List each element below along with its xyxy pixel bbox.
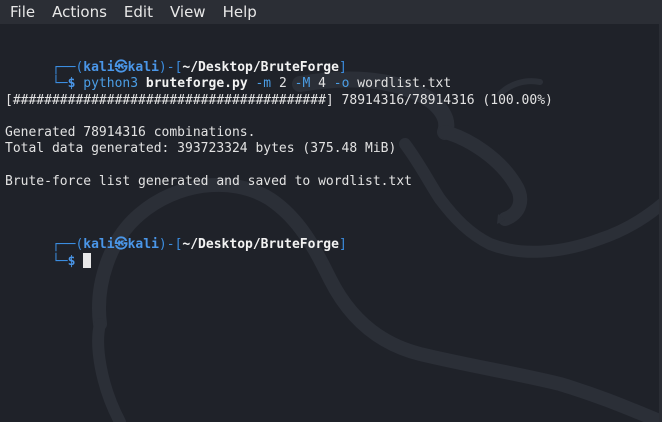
command-flag-o: -o — [333, 76, 350, 91]
output-line: Generated 78914316 combinations. — [5, 125, 256, 140]
prompt-host: kali — [127, 237, 159, 252]
progress-bar-line: [#######################################… — [5, 93, 553, 108]
prompt-dollar: $ — [67, 76, 84, 91]
prompt-close: ] — [338, 237, 347, 252]
command-value-m: 2 — [278, 76, 287, 91]
prompt-corner-bottom: └─ — [51, 254, 68, 269]
output-line: Brute-force list generated and saved to … — [5, 174, 412, 189]
terminal-window: File Actions Edit View Help ┌──(kali㉿kal… — [0, 0, 662, 422]
menu-actions[interactable]: Actions — [42, 0, 114, 24]
menu-edit[interactable]: Edit — [114, 0, 160, 24]
command-value-M: 4 — [318, 76, 326, 91]
text-cursor — [83, 253, 92, 268]
command-value-o: wordlist.txt — [357, 76, 452, 91]
prompt-corner-bottom: └─ — [51, 76, 68, 91]
prompt-at-symbol: ㉿ — [114, 237, 128, 252]
menu-bar: File Actions Edit View Help — [0, 0, 662, 24]
terminal-area[interactable]: ┌──(kali㉿kali)-[~/Desktop/BruteForge] └─… — [0, 24, 662, 422]
command-flag-M: -M — [294, 76, 311, 91]
prompt-dollar: $ — [67, 254, 84, 269]
prompt-separator: )-[ — [158, 237, 183, 252]
command-script: bruteforge.py — [145, 76, 248, 91]
command-flag-m: -m — [255, 76, 272, 91]
input-line[interactable]: └─$ — [5, 237, 92, 286]
menu-view[interactable]: View — [160, 0, 213, 24]
command-name: python3 — [83, 76, 139, 91]
output-line: Total data generated: 393723324 bytes (3… — [5, 141, 397, 156]
menu-file[interactable]: File — [0, 0, 42, 24]
menu-help[interactable]: Help — [213, 0, 264, 24]
prompt-path: ~/Desktop/BruteForge — [182, 237, 339, 252]
